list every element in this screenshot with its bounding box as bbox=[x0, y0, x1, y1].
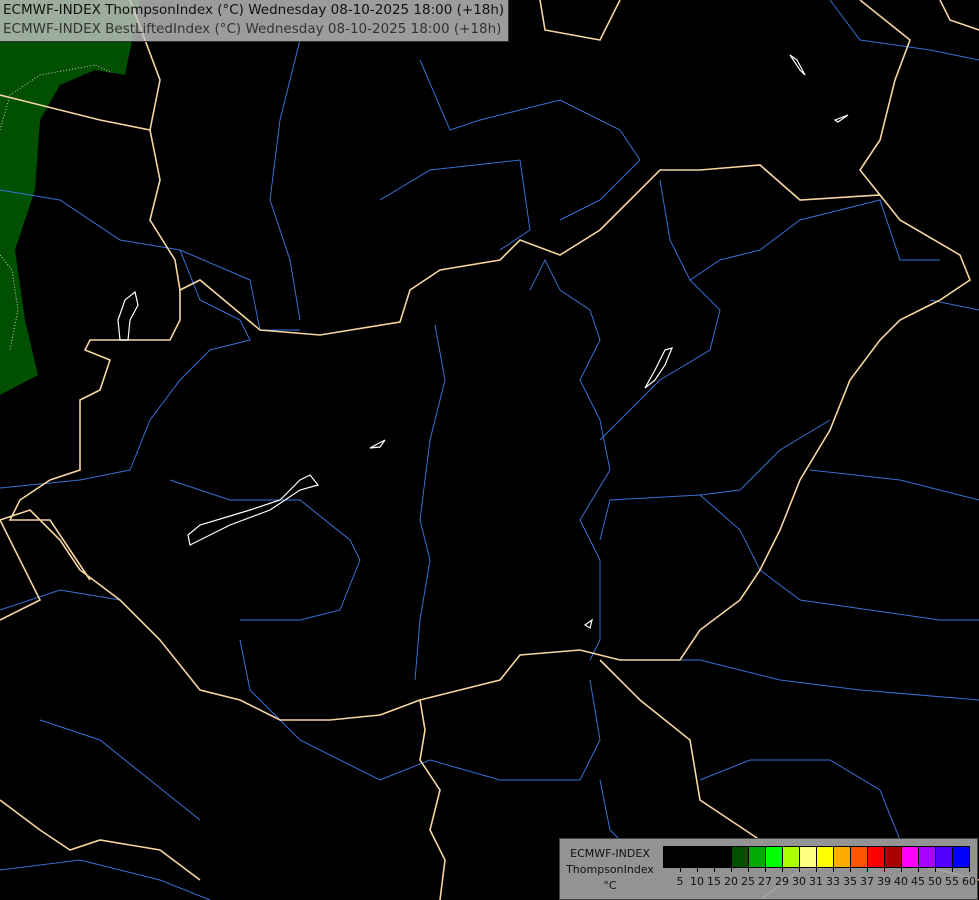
legend-tick-label: 37 bbox=[860, 875, 874, 888]
legend-tick bbox=[833, 867, 834, 872]
legend-tick-label: 55 bbox=[945, 875, 959, 888]
borders bbox=[0, 0, 979, 900]
legend-swatch bbox=[902, 847, 919, 867]
legend-tick-label: 5 bbox=[676, 875, 684, 888]
legend-tick bbox=[969, 867, 970, 872]
legend-tick bbox=[782, 867, 783, 872]
legend-tick-label: 39 bbox=[877, 875, 891, 888]
lakes bbox=[117, 54, 849, 629]
legend-swatch bbox=[851, 847, 868, 867]
legend-model: ECMWF-INDEX bbox=[570, 847, 650, 860]
legend-swatch bbox=[698, 847, 715, 867]
legend-tick-label: 10 bbox=[690, 875, 704, 888]
legend-tick-label: 35 bbox=[843, 875, 857, 888]
legend-tick-label: 31 bbox=[809, 875, 823, 888]
legend-swatch bbox=[834, 847, 851, 867]
legend-tick-label: 15 bbox=[707, 875, 721, 888]
legend-swatch bbox=[664, 847, 681, 867]
legend-swatch bbox=[800, 847, 817, 867]
legend-tick-label: 45 bbox=[911, 875, 925, 888]
legend-tick bbox=[731, 867, 732, 872]
legend-unit: °C bbox=[603, 879, 617, 892]
legend-tick-label: 29 bbox=[775, 875, 789, 888]
legend-tick bbox=[714, 867, 715, 872]
legend-swatch bbox=[953, 847, 969, 867]
legend-tick bbox=[816, 867, 817, 872]
legend-tick bbox=[697, 867, 698, 872]
legend-tick-label: 33 bbox=[826, 875, 840, 888]
weather-map-view: ECMWF-INDEX ThompsonIndex (°C) Wednesday… bbox=[0, 0, 979, 900]
rivers bbox=[0, 0, 979, 900]
legend-swatch bbox=[783, 847, 800, 867]
legend-swatch bbox=[749, 847, 766, 867]
legend-swatch bbox=[715, 847, 732, 867]
legend-tick-label: 27 bbox=[758, 875, 772, 888]
legend-swatches bbox=[663, 846, 970, 868]
legend-tick bbox=[952, 867, 953, 872]
title-thompson-index: ECMWF-INDEX ThompsonIndex (°C) Wednesday… bbox=[3, 2, 505, 18]
legend-swatch bbox=[919, 847, 936, 867]
legend-tick-label: 30 bbox=[792, 875, 806, 888]
legend-tick bbox=[850, 867, 851, 872]
legend-parameter: ThompsonIndex bbox=[566, 863, 654, 876]
color-legend: ECMWF-INDEX ThompsonIndex °C 5 10 15 20 25 27… bbox=[559, 838, 978, 900]
map-canvas bbox=[0, 0, 979, 900]
legend-swatch bbox=[732, 847, 749, 867]
legend-tick bbox=[935, 867, 936, 872]
legend-tick-label: 40 bbox=[894, 875, 908, 888]
legend-tick bbox=[748, 867, 749, 872]
map-title-box: ECMWF-INDEX ThompsonIndex (°C) Wednesday… bbox=[0, 0, 510, 42]
legend-tick bbox=[884, 867, 885, 872]
legend-swatch bbox=[885, 847, 902, 867]
title-best-lifted-index: ECMWF-INDEX BestLiftedIndex (°C) Wednesd… bbox=[3, 21, 502, 37]
legend-tick bbox=[901, 867, 902, 872]
legend-tick bbox=[867, 867, 868, 872]
legend-swatch bbox=[766, 847, 783, 867]
legend-swatch bbox=[681, 847, 698, 867]
legend-swatch bbox=[936, 847, 953, 867]
legend-tick-label: 50 bbox=[928, 875, 942, 888]
legend-tick bbox=[799, 867, 800, 872]
legend-tick-label: 20 bbox=[724, 875, 738, 888]
legend-tick-label: 25 bbox=[741, 875, 755, 888]
legend-swatch bbox=[868, 847, 885, 867]
legend-tick-label: 60 bbox=[962, 875, 976, 888]
legend-tick bbox=[765, 867, 766, 872]
legend-tick bbox=[680, 867, 681, 872]
legend-swatch bbox=[817, 847, 834, 867]
legend-tick bbox=[918, 867, 919, 872]
lake-balaton bbox=[187, 474, 320, 546]
